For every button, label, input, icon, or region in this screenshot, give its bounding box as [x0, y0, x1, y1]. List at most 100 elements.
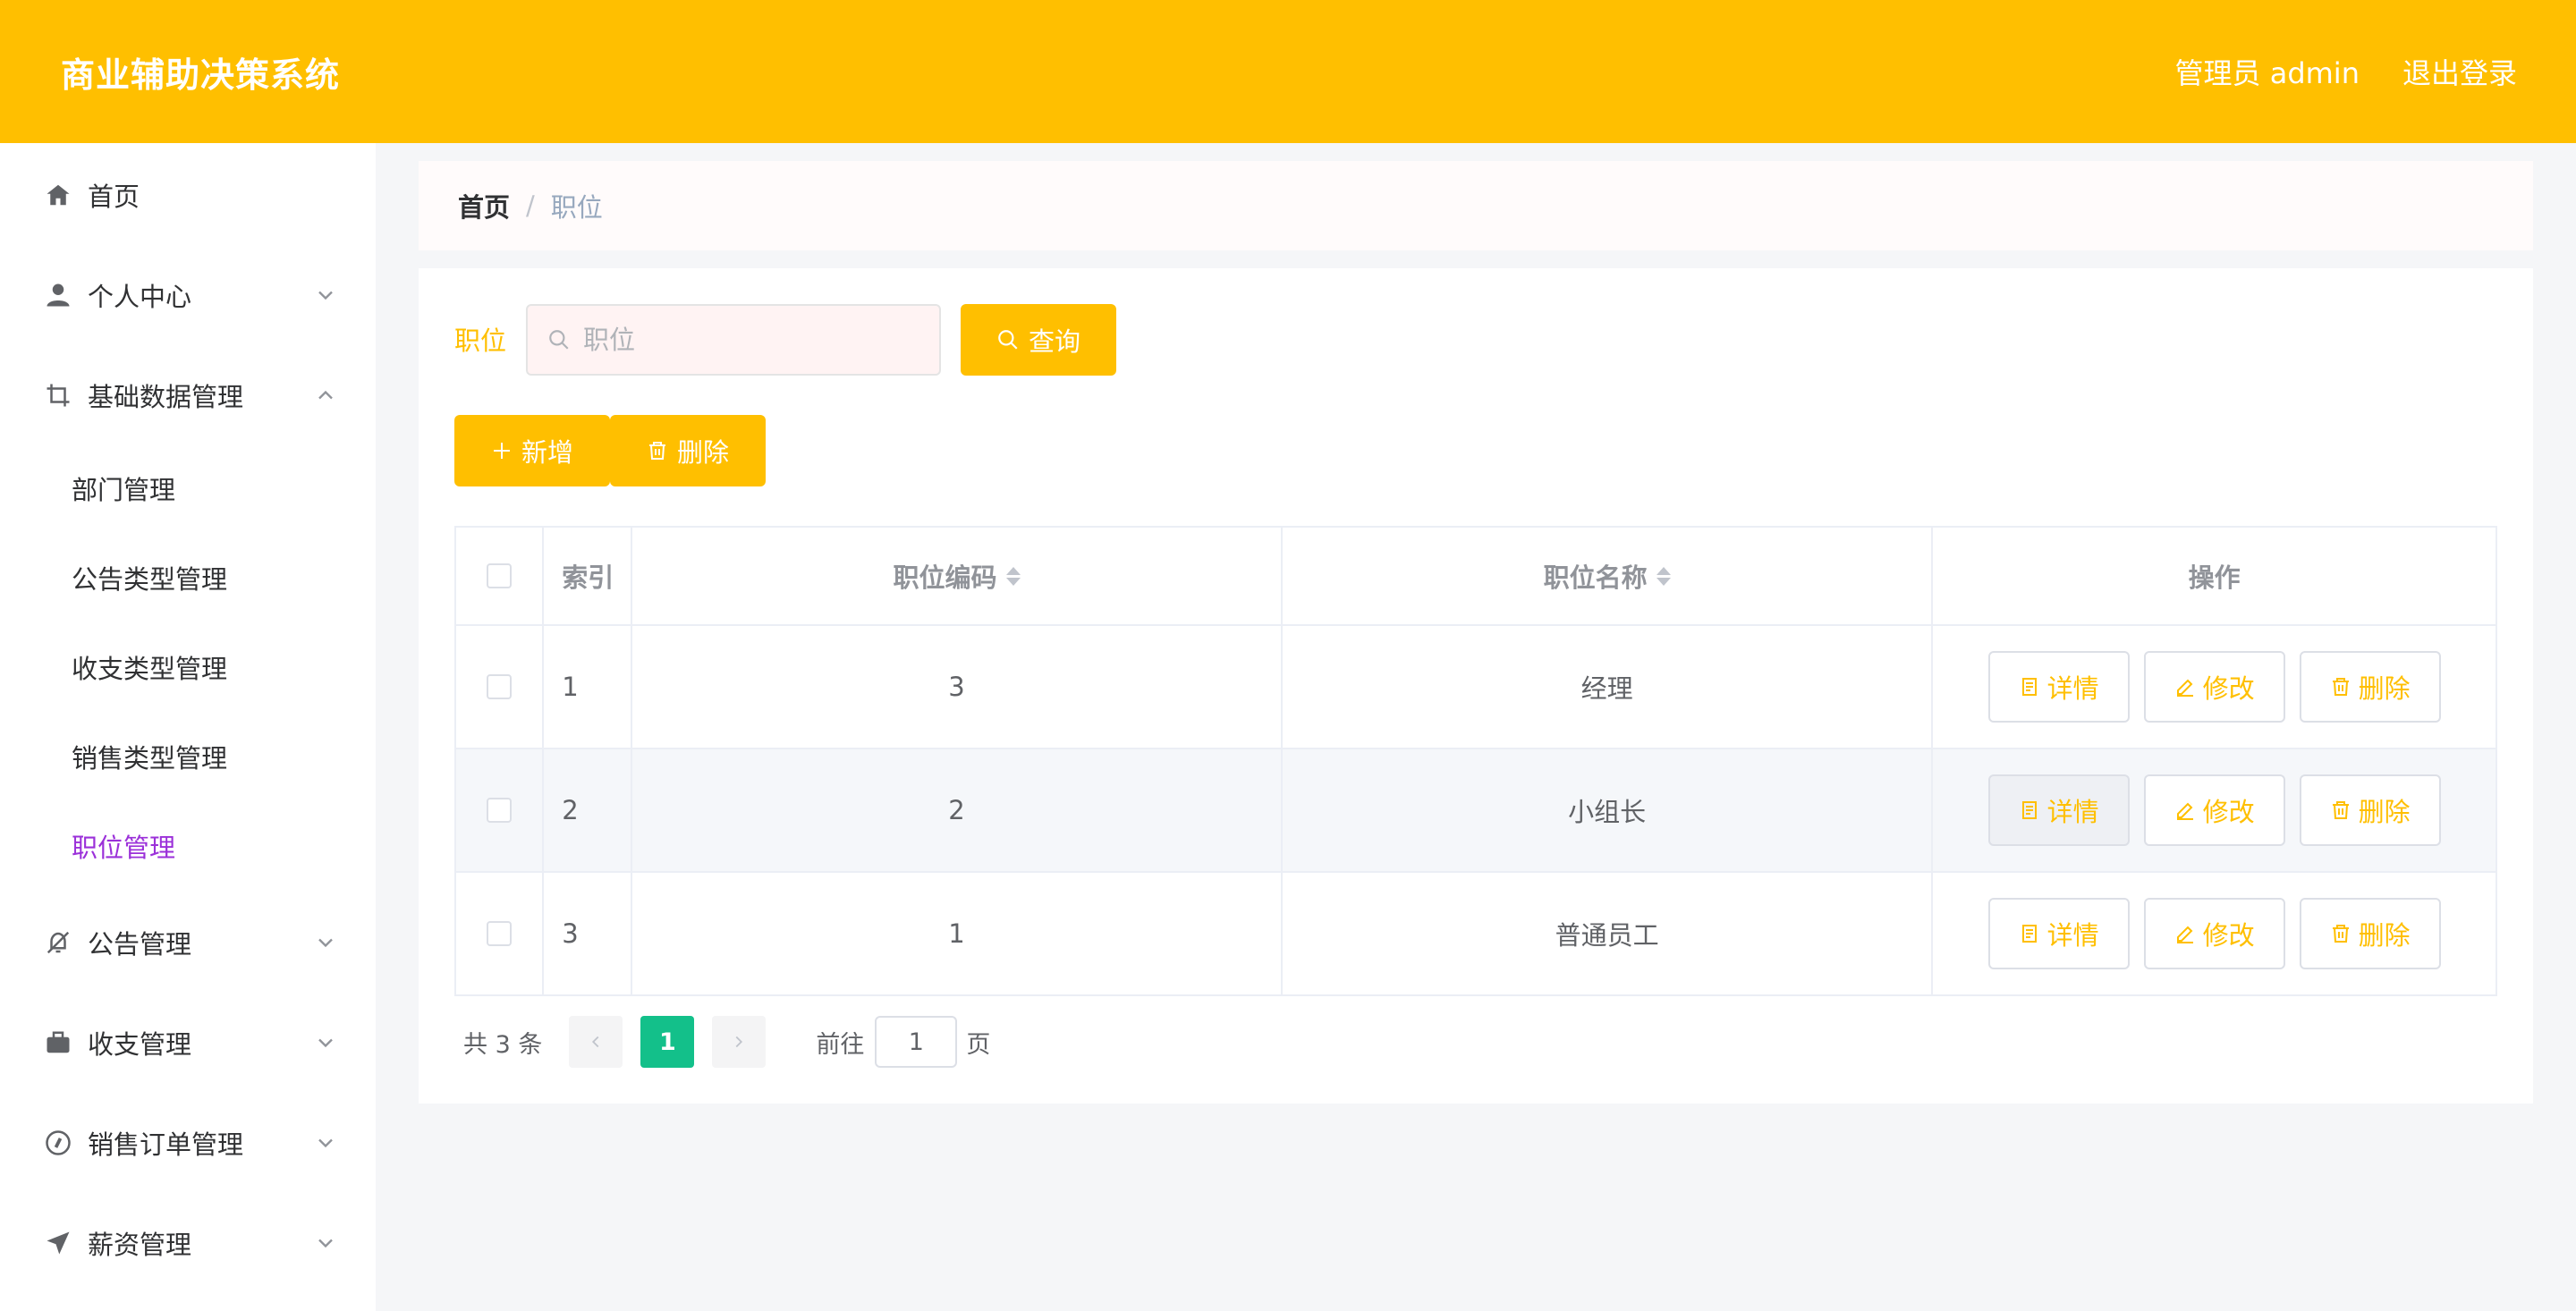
compass-icon: [43, 1128, 73, 1158]
breadcrumb-separator: /: [526, 190, 535, 221]
table-row: 3 1 普通员工 详情 修改 删除: [456, 873, 2496, 994]
cell-code: 3: [632, 626, 1284, 748]
header-checkbox-cell: [456, 528, 545, 624]
cell-ops: 详情 修改 删除: [1933, 873, 2496, 994]
sidebar-item-basic-data[interactable]: 基础数据管理: [0, 359, 376, 431]
goto-field[interactable]: [875, 1016, 958, 1068]
chevron-left-icon: [592, 1036, 599, 1048]
prev-page-button[interactable]: [569, 1016, 623, 1068]
delete-button[interactable]: 删除: [2299, 774, 2441, 846]
detail-button[interactable]: 详情: [1987, 774, 2130, 846]
sidebar-subitem-notice-type[interactable]: 公告类型管理: [0, 542, 376, 613]
header-ops: 操作: [2188, 562, 2241, 593]
sidebar: 首页 个人中心 基础数据管理 部门管理 公告类型管理 收支类型管理 销售类型管理…: [0, 143, 376, 1311]
sort-icon[interactable]: [1656, 566, 1671, 586]
header-code[interactable]: 职位编码: [632, 528, 1284, 624]
sidebar-item-notice[interactable]: 公告管理: [0, 907, 376, 978]
sidebar-item-finance[interactable]: 收支管理: [0, 1007, 376, 1078]
trash-icon: [2332, 925, 2349, 943]
delete-button[interactable]: 删除: [2299, 651, 2441, 723]
add-button[interactable]: 新增: [454, 415, 610, 486]
detail-label: 详情: [2046, 673, 2099, 704]
detail-button[interactable]: 详情: [1987, 898, 2130, 969]
breadcrumb: 首页 / 职位: [419, 161, 2533, 250]
trash-icon: [2332, 678, 2349, 696]
sidebar-subitem-department[interactable]: 部门管理: [0, 453, 376, 524]
sidebar-subitem-position[interactable]: 职位管理: [0, 810, 376, 882]
chevron-down-icon: [318, 1239, 333, 1248]
search-label: 职位: [454, 326, 507, 356]
breadcrumb-home[interactable]: 首页: [458, 187, 510, 224]
row-checkbox-cell: [456, 873, 545, 994]
cell-name: 普通员工: [1283, 873, 1934, 994]
sidebar-item-personal-center[interactable]: 个人中心: [0, 259, 376, 331]
select-all-checkbox[interactable]: [487, 563, 513, 588]
main-panel: 职位 查询 新增 删除 索引 职位编码 职位名称 操作: [419, 268, 2533, 1104]
app-title: 商业辅助决策系统: [61, 55, 341, 95]
logout-link[interactable]: 退出登录: [2402, 51, 2517, 92]
chevron-down-icon: [318, 1138, 333, 1148]
chevron-down-icon: [318, 938, 333, 948]
delete-label: 删除: [2358, 673, 2411, 704]
sidebar-item-salary[interactable]: 薪资管理: [0, 1207, 376, 1279]
sidebar-subitem-sales-type[interactable]: 销售类型管理: [0, 721, 376, 792]
cell-ops: 详情 修改 删除: [1933, 749, 2496, 871]
sidebar-item-label: 个人中心: [88, 282, 192, 312]
header-index: 索引: [544, 528, 632, 624]
home-icon: [43, 180, 73, 210]
edit-icon: [2176, 802, 2193, 820]
sidebar-item-label: 基础数据管理: [88, 382, 244, 412]
page-number[interactable]: 1: [640, 1016, 695, 1068]
edit-button[interactable]: 修改: [2143, 651, 2285, 723]
header-name[interactable]: 职位名称: [1283, 528, 1934, 624]
chevron-up-icon: [318, 390, 333, 400]
sidebar-item-sales-order[interactable]: 销售订单管理: [0, 1107, 376, 1179]
row-checkbox[interactable]: [487, 921, 513, 946]
bell-off-icon: [43, 927, 73, 958]
edit-icon: [2176, 926, 2193, 943]
sidebar-item-home[interactable]: 首页: [0, 159, 376, 231]
cell-code: 2: [632, 749, 1284, 871]
sort-icon[interactable]: [1005, 566, 1021, 586]
row-checkbox[interactable]: [487, 798, 513, 823]
sidebar-item-label: 薪资管理: [88, 1230, 192, 1260]
sidebar-item-label: 首页: [88, 182, 140, 212]
edit-button[interactable]: 修改: [2143, 774, 2285, 846]
cell-ops: 详情 修改 删除: [1933, 626, 2496, 748]
detail-button[interactable]: 详情: [1987, 651, 2130, 723]
briefcase-icon: [43, 1028, 73, 1058]
sidebar-subitem-finance-type[interactable]: 收支类型管理: [0, 631, 376, 703]
cell-name: 经理: [1283, 626, 1934, 748]
search-field[interactable]: [526, 304, 941, 376]
header-name-label: 职位名称: [1543, 562, 1648, 593]
row-checkbox-cell: [456, 749, 545, 871]
next-page-button[interactable]: [712, 1016, 767, 1068]
delete-label: 删除: [2358, 920, 2411, 951]
query-button-label: 查询: [1028, 326, 1080, 357]
pagination: 共 3 条 1 前往 页: [463, 1016, 990, 1068]
search-icon: [998, 330, 1018, 350]
pagination-total: 共 3 条: [463, 1030, 543, 1059]
batch-delete-button[interactable]: 删除: [610, 415, 766, 486]
cell-code: 1: [632, 873, 1284, 994]
row-checkbox[interactable]: [487, 674, 513, 699]
search-input[interactable]: [583, 325, 923, 355]
cell-index: 1: [544, 626, 632, 748]
delete-label: 删除: [2358, 797, 2411, 827]
table-row: 2 2 小组长 详情 修改 删除: [456, 749, 2496, 873]
add-button-label: 新增: [521, 437, 573, 468]
document-icon: [2021, 801, 2037, 819]
edit-label: 修改: [2202, 797, 2255, 827]
top-header: 商业辅助决策系统 管理员 admin 退出登录: [0, 0, 2576, 143]
edit-label: 修改: [2202, 673, 2255, 704]
edit-icon: [2176, 679, 2193, 697]
chevron-right-icon: [735, 1036, 743, 1048]
delete-button[interactable]: 删除: [2299, 898, 2441, 969]
user-name[interactable]: 管理员 admin: [2175, 51, 2360, 92]
header-code-label: 职位编码: [893, 562, 997, 593]
batch-delete-label: 删除: [676, 437, 729, 468]
query-button[interactable]: 查询: [961, 304, 1116, 376]
goto-input[interactable]: [889, 1028, 944, 1056]
row-checkbox-cell: [456, 626, 545, 748]
edit-button[interactable]: 修改: [2143, 898, 2285, 969]
